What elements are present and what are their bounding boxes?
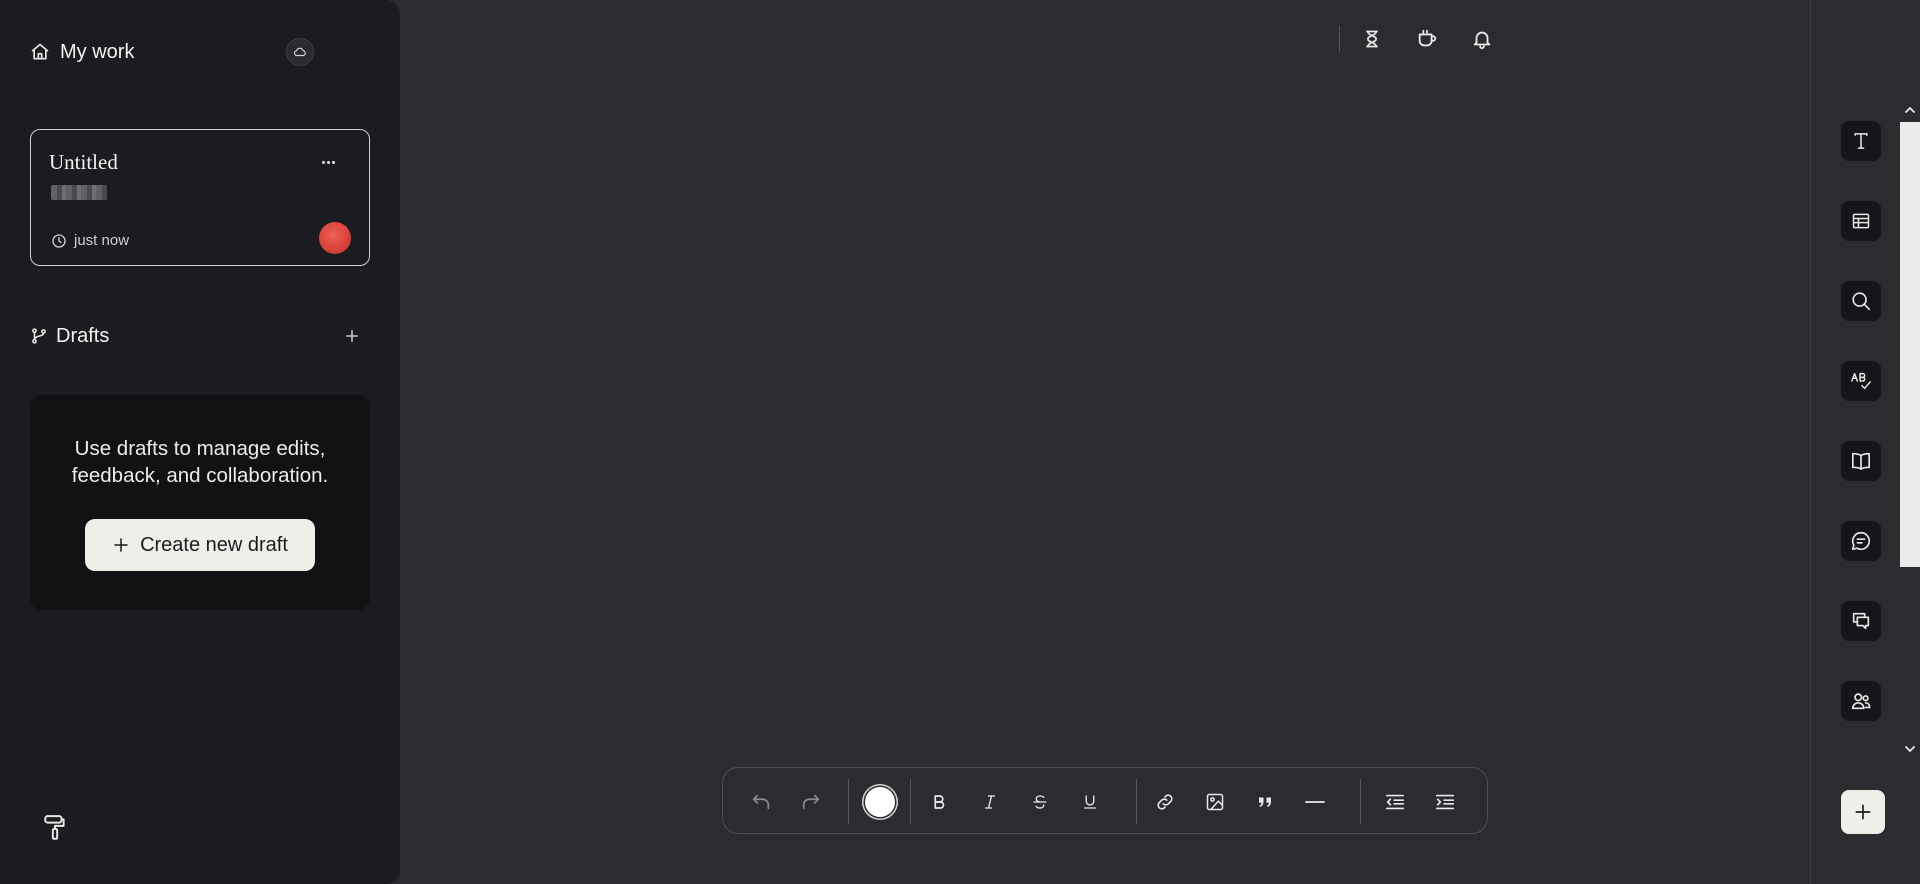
table-tool-button[interactable] (1841, 201, 1881, 241)
clock-icon (51, 233, 67, 249)
document-subtitle-redacted (51, 185, 107, 200)
scroll-down-arrow[interactable] (1902, 741, 1918, 757)
toolbar-separator (848, 779, 849, 824)
add-draft-button[interactable] (340, 322, 364, 350)
plus-icon (344, 328, 360, 344)
bell-icon[interactable] (1467, 26, 1497, 52)
quote-icon[interactable] (1250, 787, 1280, 817)
home-icon (30, 42, 50, 62)
my-work-link[interactable]: My work (30, 38, 134, 66)
avatar[interactable] (319, 222, 351, 254)
drafts-empty-state: Use drafts to manage edits, feedback, an… (30, 395, 370, 610)
comment-icon (1850, 530, 1872, 552)
git-branch-icon (30, 326, 48, 346)
users-tool-button[interactable] (1841, 681, 1881, 721)
spellcheck-icon (1850, 370, 1872, 392)
document-timestamp: just now (51, 232, 129, 249)
text-icon (1851, 130, 1871, 152)
drafts-empty-message: Use drafts to manage edits, feedback, an… (30, 435, 370, 489)
top-bar-divider (1339, 26, 1340, 52)
book-icon (1850, 451, 1872, 471)
toolbar-separator (1136, 779, 1137, 824)
coffee-icon[interactable] (1412, 26, 1442, 52)
sync-status-button[interactable] (286, 38, 314, 66)
drafts-empty-line-2: feedback, and collaboration. (71, 464, 329, 487)
underline-icon[interactable] (1075, 787, 1105, 817)
timestamp-label: just now (74, 232, 130, 249)
create-new-draft-button[interactable]: Create new draft (85, 519, 315, 571)
strikethrough-icon[interactable] (1025, 787, 1055, 817)
my-work-label: My work (60, 40, 135, 63)
add-tool-button[interactable] (1841, 790, 1885, 834)
more-horizontal-icon[interactable] (315, 152, 341, 172)
text-tool-button[interactable] (1841, 121, 1881, 161)
right-panel-divider (1810, 0, 1811, 884)
comment-tool-button[interactable] (1841, 521, 1881, 561)
undo-icon[interactable] (746, 787, 776, 817)
plus-icon (1853, 802, 1873, 822)
redo-icon[interactable] (796, 787, 826, 817)
hourglass-icon[interactable] (1357, 26, 1387, 52)
sidebar: My work Untitled just now Drafts Use dra… (0, 0, 400, 884)
paint-roller-icon (42, 814, 68, 842)
cloud-icon (293, 45, 307, 59)
bold-icon[interactable] (924, 787, 954, 817)
plus-icon (112, 536, 130, 554)
users-icon (1850, 690, 1872, 712)
italic-icon[interactable] (975, 787, 1005, 817)
spellcheck-tool-button[interactable] (1841, 361, 1881, 401)
document-title: Untitled (49, 150, 118, 174)
search-tool-button[interactable] (1841, 281, 1881, 321)
drafts-header: Drafts (30, 322, 109, 350)
toolbar-separator (910, 779, 911, 824)
toolbar-separator (1360, 779, 1361, 824)
search-icon (1850, 290, 1872, 312)
text-color-picker[interactable] (865, 787, 895, 817)
horizontal-rule-icon[interactable] (1300, 787, 1330, 817)
scrollbar-thumb[interactable] (1900, 122, 1920, 567)
indent-icon[interactable] (1430, 787, 1460, 817)
book-tool-button[interactable] (1841, 441, 1881, 481)
table-icon (1851, 211, 1871, 231)
drafts-empty-line-1: Use drafts to manage edits, (74, 437, 326, 460)
create-new-draft-label: Create new draft (140, 533, 288, 556)
link-icon[interactable] (1150, 787, 1180, 817)
theme-button[interactable] (40, 812, 70, 844)
comments-tool-button[interactable] (1841, 601, 1881, 641)
formatting-toolbar (722, 767, 1488, 834)
scroll-up-arrow[interactable] (1902, 102, 1918, 118)
document-card[interactable]: Untitled just now (30, 129, 370, 266)
comments-icon (1850, 610, 1872, 632)
drafts-label: Drafts (56, 324, 110, 347)
outdent-icon[interactable] (1380, 787, 1410, 817)
image-icon[interactable] (1200, 787, 1230, 817)
